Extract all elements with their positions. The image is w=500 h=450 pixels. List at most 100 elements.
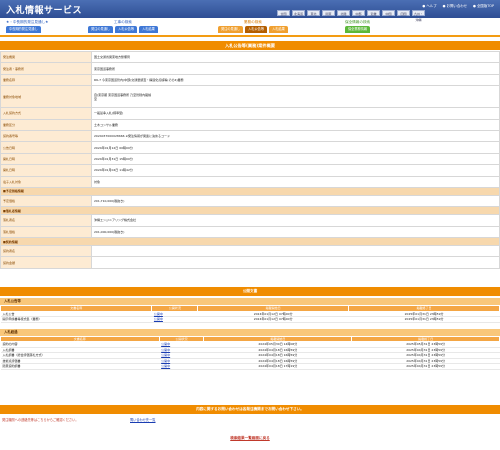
detail-label: 公告日時 <box>0 141 92 154</box>
contact-list-link[interactable]: 問い合わせ先一覧 <box>130 417 156 422</box>
services-result-button[interactable]: 入札結果 <box>269 26 288 33</box>
region-tab[interactable]: 四国 <box>397 10 410 16</box>
detail-value: 2024年01月12日 00時00分 <box>91 141 500 154</box>
detail-row: 電子入札対象 対象 <box>0 175 500 188</box>
detail-row: 開札日時 2024年01月31日 15時00分 <box>0 152 500 166</box>
doc-start: 2024年04月18日 17時19分 <box>203 363 352 370</box>
price-section-title: ■予定価格情報 <box>0 186 500 196</box>
detail-row: 業務対象地域 自)東京都 東京国道事務所 乃至管轄内路線 至 <box>0 85 500 109</box>
region-tab[interactable]: 全国 <box>277 10 290 16</box>
detail-row: 公告日時 2024年01月12日 00時00分 <box>0 141 500 154</box>
detail-value <box>91 245 500 258</box>
services-forecast-button[interactable]: 発注の見通し <box>218 26 244 33</box>
detail-row: 予定価格 201,710,000(税抜き) <box>0 194 500 208</box>
app-logo: 入札情報サービス <box>6 6 83 16</box>
nav-midterm-button[interactable]: 中長期的発注見通し <box>6 26 41 33</box>
doc-end: 2025年04月31日 23時59分 <box>351 363 500 370</box>
result-docs-title: 入札経過 <box>0 328 500 336</box>
nav-group-title: 保全情報の検索 <box>345 20 371 24</box>
region-tab[interactable]: 中国 <box>382 10 395 16</box>
detail-label: 契約番号等 <box>0 129 92 143</box>
detail-value: 2024年01月04日 11時42分 <box>91 164 500 177</box>
app-header: 入札情報サービス ● ヘルプ ● お問い合わせ ● 全国版TOP 全国 北海道 … <box>0 0 500 22</box>
works-forecast-button[interactable]: 発注の見通し <box>88 26 114 33</box>
detail-value <box>91 256 500 269</box>
nav-group-title: 工事の検索 <box>113 20 132 24</box>
detail-value: 2024037000028666 ※発注情報が関連に決めるコード <box>91 129 500 143</box>
detail-label: 業務区分 <box>0 118 92 131</box>
notice-docs-title: 入札公告等 <box>0 298 500 305</box>
doc-end: 2025年01月31日 23時59分 <box>348 316 500 323</box>
detail-label: 発注者・事務所 <box>0 62 92 75</box>
detail-label: 予定価格 <box>0 194 92 208</box>
detail-label: 開札日時 <box>0 164 92 177</box>
detail-value: R6-7 今東京国道管内(中部)交通量調査・構造化点検等(その4)業務 <box>91 73 500 87</box>
national-top-link[interactable]: ● 全国版TOP <box>473 3 494 8</box>
region-tab[interactable]: 東北 <box>307 10 320 16</box>
region-tab[interactable]: 北海道 <box>292 10 305 16</box>
doc-name: 開示申請書等様式集（業務） <box>0 316 152 323</box>
detail-row: 業務区分 土木コンサル業務 <box>0 118 500 131</box>
detail-value: 2024年01月31日 15時00分 <box>91 152 500 166</box>
nav-divider <box>0 35 500 37</box>
doc-start: 2024年01月12日 07時00分 <box>197 316 349 323</box>
nav-group-maintenance: 保全情報の検索 保全業務情報 <box>345 20 370 33</box>
documents-section: 公開文書 入札公告等 文書名称 公開状況 掲載開始日 掲載終了日 入札公告 公開… <box>0 287 500 370</box>
detail-table: 発注機関 国土交通省関東地方整備局 発注者・事務所 東京国道事務所 業務名称 R6-7… <box>0 50 500 269</box>
nav-group-midterm: ★・中長期的発注見通し★ 中長期的発注見通し <box>6 20 48 33</box>
back-to-results-link[interactable]: 検索結果一覧画面に戻る <box>0 436 500 441</box>
nav-group-title: ★・中長期的発注見通し★ <box>6 20 49 24</box>
doc-status-link[interactable]: 公開中 <box>159 363 204 370</box>
nav-group-title: 業務の検索 <box>243 20 262 24</box>
region-tabs: 全国 北海道 東北 関東 北陸 中部 近畿 中国 四国 九州・沖縄 <box>277 10 425 22</box>
detail-value: 201,000,000(税抜き) <box>91 225 500 239</box>
detail-row: 契約金額 <box>0 256 500 269</box>
doc-name: 随意契約調書 <box>0 363 160 370</box>
detail-row: 落札価格 201,000,000(税抜き) <box>0 225 500 239</box>
detail-label: 落札価格 <box>0 225 92 239</box>
detail-value: 一般競争入札(標準型) <box>91 107 500 120</box>
detail-row: 契約者名 <box>0 245 500 258</box>
detail-label: 落札者名 <box>0 214 92 227</box>
contract-section-title: ■契約情報 <box>0 237 500 247</box>
detail-row: 落札者名 沖縄エンジニアリング株式会社 <box>0 214 500 227</box>
detail-row: 発注者・事務所 東京国道事務所 <box>0 62 500 75</box>
notice-docs-table: 文書名称 公開状況 掲載開始日 掲載終了日 入札公告 公開中 2024年01月1… <box>0 305 500 323</box>
works-notice-button[interactable]: 入札公告等 <box>115 26 138 33</box>
detail-value: 国土交通省関東地方整備局 <box>91 50 500 64</box>
detail-row: 業務名称 R6-7 今東京国道管内(中部)交通量調査・構造化点検等(その4)業務 <box>0 73 500 87</box>
doc-status-link[interactable]: 公開中 <box>151 316 198 323</box>
winner-section-title: ■落札者情報 <box>0 206 500 216</box>
detail-value: 対象 <box>91 175 500 188</box>
contact-link[interactable]: ● お問い合わせ <box>443 3 467 8</box>
detail-label: 業務対象地域 <box>0 85 92 109</box>
detail-value: 自)東京都 東京国道事務所 乃至管轄内路線 至 <box>91 85 500 109</box>
nav-group-works: 工事の検索 発注の見通し 入札公告等 入札結果 <box>88 20 158 33</box>
region-tab[interactable]: 中部 <box>352 10 365 16</box>
region-tab[interactable]: 九州・沖縄 <box>412 10 425 22</box>
detail-row: 入札契約方式 一般競争入札(標準型) <box>0 107 500 120</box>
detail-value: 東京国道事務所 <box>91 62 500 75</box>
works-result-button[interactable]: 入札結果 <box>139 26 158 33</box>
help-link[interactable]: ● ヘルプ <box>422 3 436 8</box>
detail-value: 沖縄エンジニアリング株式会社 <box>91 214 500 227</box>
detail-value: 201,710,000(税抜き) <box>91 194 500 208</box>
region-tab[interactable]: 北陸 <box>337 10 350 16</box>
detail-label: 電子入札対象 <box>0 175 92 188</box>
services-notice-button[interactable]: 入札公告等 <box>245 26 268 33</box>
detail-label: 業務名称 <box>0 73 92 87</box>
detail-row: 発注機関 国土交通省関東地方整備局 <box>0 50 500 64</box>
table-row: 随意契約調書 公開中 2024年04月18日 17時19分 2025年04月31… <box>0 363 500 370</box>
region-tab[interactable]: 関東 <box>322 10 335 16</box>
maintenance-button[interactable]: 保全業務情報 <box>345 26 371 33</box>
table-row: 開示申請書等様式集（業務） 公開中 2024年01月12日 07時00分 202… <box>0 316 500 323</box>
region-tab[interactable]: 近畿 <box>367 10 380 16</box>
detail-label: 契約者名 <box>0 245 92 258</box>
detail-label: 発注機関 <box>0 50 92 64</box>
detail-label: 契約金額 <box>0 256 92 269</box>
detail-label: 入札契約方式 <box>0 107 92 120</box>
documents-title: 公開文書 <box>0 287 500 296</box>
detail-row: 開札日時 2024年01月04日 11時42分 <box>0 164 500 177</box>
inquiry-title: 内容に関するお問い合わせは各発注機関までお問い合わせ下さい。 <box>0 405 500 414</box>
header-links: ● ヘルプ ● お問い合わせ ● 全国版TOP <box>422 3 494 8</box>
